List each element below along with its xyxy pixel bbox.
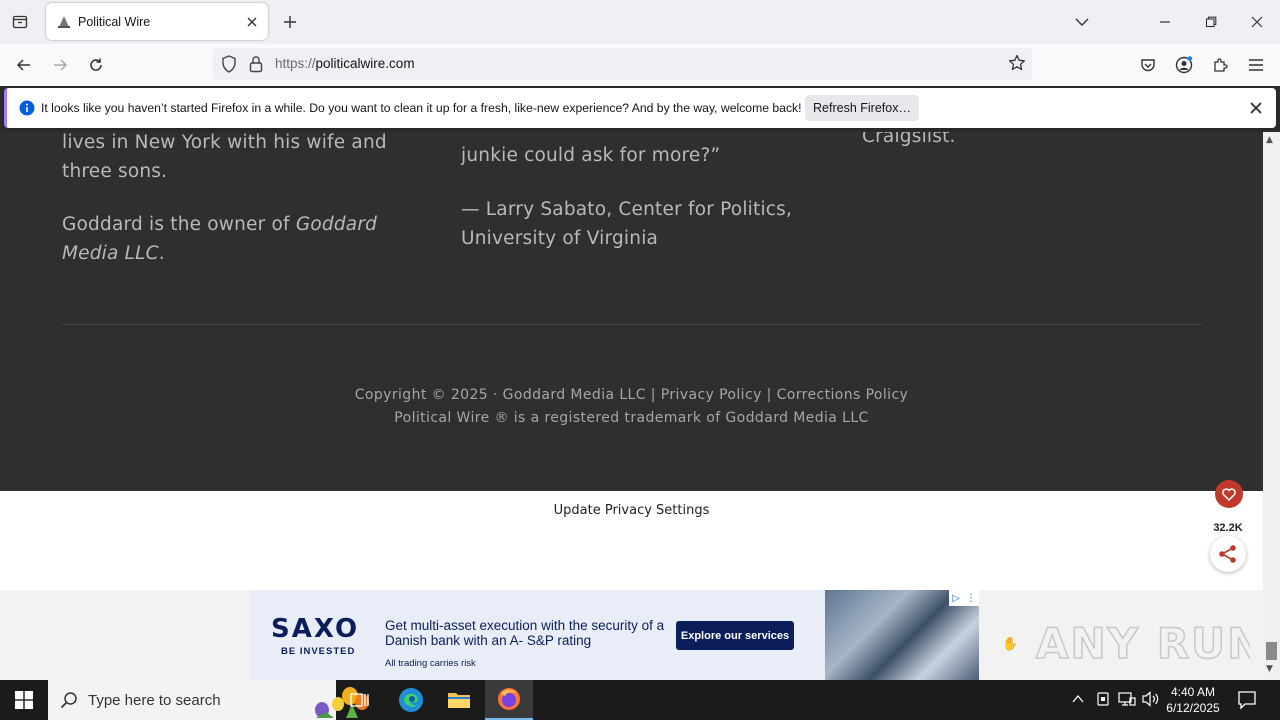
- file-explorer-taskbar-button[interactable]: [435, 680, 483, 720]
- pocket-icon[interactable]: [1135, 52, 1161, 78]
- owner-company-2: Media LLC: [62, 243, 159, 264]
- info-icon: [19, 100, 35, 120]
- quote-line: junkie could ask for more?”: [461, 145, 721, 166]
- navigation-bar: https://politicalwire.com: [0, 44, 1280, 86]
- share-icon: [1219, 545, 1236, 563]
- attribution-2: University of Virginia: [461, 228, 659, 249]
- account-icon[interactable]: [1171, 52, 1197, 78]
- watermark-hand-icon: ✋: [1002, 636, 1018, 652]
- tab-title: Political Wire: [78, 14, 151, 29]
- bio-line-1: lives in New York with his wife and: [62, 132, 387, 153]
- owner-prefix: Goddard is the owner of: [62, 214, 296, 235]
- footer-divider: [62, 324, 1202, 325]
- heart-button[interactable]: [1215, 480, 1243, 508]
- edge-taskbar-button[interactable]: [387, 680, 435, 720]
- minimize-icon[interactable]: [1150, 8, 1180, 36]
- taskbar-search-box[interactable]: Type here to search: [48, 680, 369, 720]
- start-button[interactable]: [0, 680, 48, 720]
- url-text[interactable]: https://politicalwire.com: [275, 56, 415, 71]
- ad-play-icon: ▷: [952, 592, 960, 604]
- firefox-icon: [498, 688, 520, 710]
- anyrun-watermark: ✋ ANY RUN: [1000, 608, 1263, 672]
- lock-icon[interactable]: [249, 55, 263, 77]
- action-center-icon[interactable]: [1237, 690, 1257, 714]
- search-icon: [60, 691, 78, 713]
- windows-logo-icon: [15, 691, 33, 709]
- clock-time: 4:40 AM: [1170, 685, 1216, 699]
- ad-disclaimer: All trading carries risk: [385, 658, 476, 669]
- footer-sep-1: |: [645, 387, 661, 403]
- extensions-icon[interactable]: [1207, 52, 1233, 78]
- network-icon[interactable]: [1118, 691, 1136, 711]
- scrollbar-thumb[interactable]: [1266, 642, 1277, 660]
- author-bio: lives in New York with his wife and thre…: [62, 132, 422, 268]
- trademark-line: Political Wire ® is a registered tradema…: [394, 410, 869, 426]
- owner-company-1: Goddard: [295, 214, 378, 235]
- firefox-view-icon[interactable]: [8, 10, 32, 34]
- edge-icon: [399, 688, 423, 712]
- new-tab-icon[interactable]: [278, 10, 302, 34]
- show-hidden-icons-icon[interactable]: [1071, 691, 1085, 710]
- privacy-policy-link[interactable]: Privacy Policy: [661, 387, 762, 403]
- search-placeholder: Type here to search: [88, 692, 221, 709]
- political-wire-favicon-icon: [56, 14, 72, 30]
- device-icon[interactable]: [1095, 691, 1111, 711]
- footer-sep-2: |: [761, 387, 777, 403]
- update-privacy-settings-link[interactable]: Update Privacy Settings: [0, 503, 1263, 518]
- task-view-button[interactable]: [336, 680, 384, 720]
- tab-strip: Political Wire: [0, 0, 1280, 44]
- url-host: politicalwire.com: [315, 56, 415, 71]
- scroll-up-icon[interactable]: ▲: [1266, 135, 1273, 145]
- share-button[interactable]: [1210, 536, 1246, 572]
- bookmark-star-icon[interactable]: [1008, 54, 1026, 76]
- scroll-down-icon[interactable]: ▼: [1266, 664, 1273, 674]
- watermark-text: ANY RUN: [1036, 619, 1250, 668]
- firefox-taskbar-button[interactable]: [485, 680, 533, 720]
- copyright-line: Copyright © 2025 · Goddard Media LLC | P…: [0, 387, 1263, 403]
- page-scrollbar[interactable]: ▲ ▼: [1263, 132, 1280, 680]
- ad-headline: Get multi-asset execution with the secur…: [385, 618, 665, 648]
- task-view-icon: [350, 693, 369, 707]
- volume-icon[interactable]: [1142, 691, 1160, 711]
- clock-date: 6/12/2025: [1166, 701, 1220, 715]
- testimonial: junkie could ask for more?” — Larry Saba…: [461, 141, 821, 253]
- bio-line-2: three sons.: [62, 161, 168, 182]
- explore-services-button[interactable]: Explore our services: [676, 621, 794, 650]
- third-column-text: Craigslist.: [862, 132, 956, 147]
- system-clock[interactable]: 4:40 AM 6/12/2025: [1160, 684, 1226, 716]
- tab-political-wire[interactable]: Political Wire: [46, 3, 268, 40]
- tab-close-icon[interactable]: [240, 10, 264, 34]
- copyright-text: Copyright © 2025 · Goddard Media LLC: [354, 387, 646, 403]
- notification-close-icon[interactable]: [1244, 96, 1268, 120]
- folder-icon: [448, 693, 470, 708]
- notification-message: It looks like you haven’t started Firefo…: [41, 101, 802, 115]
- attribution-1: — Larry Sabato, Center for Politics,: [461, 199, 793, 220]
- corrections-policy-link[interactable]: Corrections Policy: [777, 387, 909, 403]
- list-all-tabs-icon[interactable]: [1067, 8, 1097, 36]
- close-window-icon[interactable]: [1242, 8, 1272, 36]
- tracking-protection-shield-icon[interactable]: [221, 55, 237, 77]
- back-icon[interactable]: [11, 52, 37, 78]
- reload-icon[interactable]: [83, 52, 109, 78]
- restore-icon[interactable]: [1196, 8, 1226, 36]
- refresh-firefox-button[interactable]: Refresh Firefox…: [805, 95, 919, 121]
- saxo-tagline: BE INVESTED: [281, 646, 356, 657]
- adchoices-icon[interactable]: ▷ ⋮: [949, 590, 979, 606]
- owner-suffix: .: [158, 243, 165, 264]
- owner-statement: Goddard is the owner of Goddard Media LLC…: [62, 210, 422, 268]
- menu-icon[interactable]: [1243, 52, 1269, 78]
- url-bar[interactable]: https://politicalwire.com: [213, 48, 1032, 80]
- windows-taskbar: Type here to search 4:40 AM 6/12/2025: [0, 680, 1280, 720]
- url-scheme: https://: [275, 56, 316, 71]
- saxo-advertisement[interactable]: SAXO BE INVESTED Get multi-asset executi…: [251, 590, 979, 680]
- refresh-firefox-notification: It looks like you haven’t started Firefo…: [4, 88, 1276, 128]
- ad-more-icon[interactable]: ⋮: [966, 593, 976, 604]
- privacy-settings-band: Update Privacy Settings: [0, 491, 1263, 590]
- forward-icon[interactable]: [47, 52, 73, 78]
- screen: Political Wire https://politicalwire.com…: [0, 0, 1280, 720]
- saxo-logo: SAXO: [271, 614, 360, 644]
- share-count: 32.2K: [1213, 522, 1243, 534]
